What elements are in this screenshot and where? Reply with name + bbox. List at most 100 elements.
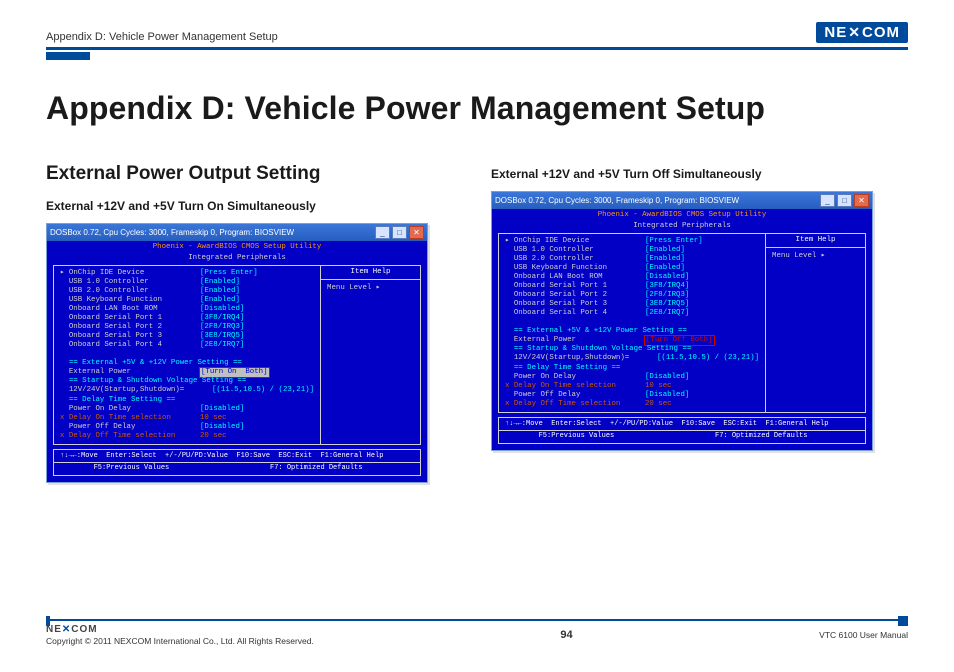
left-subheading: External +12V and +5V Turn On Simultaneo… (46, 199, 463, 213)
voltage-value[interactable]: [(11.5,10.5) / (23,21)] (657, 354, 759, 363)
bios-row-label: Onboard Serial Port 1 (60, 314, 200, 323)
bios-row-value[interactable]: [2F8/IRQ3] (200, 323, 244, 332)
bios-title-1: Phoenix - AwardBIOS CMOS Setup Utility (153, 243, 322, 251)
bios-row-label: Onboard LAN Boot ROM (60, 305, 200, 314)
bios-row-label: x Delay On Time selection (60, 414, 200, 423)
brand-logo: NE✕COM (816, 22, 908, 43)
left-column: External Power Output Setting External +… (46, 163, 463, 483)
voltage-value[interactable]: [(11.5,10.5) / (23,21)] (212, 386, 314, 395)
bios-section: == External +5V & +12V Power Setting == (505, 327, 687, 336)
bios-row-value[interactable]: [Disabled] (645, 273, 689, 282)
bios-section: == External +5V & +12V Power Setting == (60, 359, 242, 368)
doc-name: VTC 6100 User Manual (819, 630, 908, 640)
bios-row-value[interactable]: [3F8/IRQ4] (645, 282, 689, 291)
bios-row-value: 20 sec (200, 432, 227, 441)
bios-row-label: USB 1.0 Controller (60, 278, 200, 287)
item-help-heading: Item Help (766, 234, 865, 248)
help-line-1: ↑↓→←:Move Enter:Select +/-/PU/PD:Value F… (498, 417, 866, 432)
breadcrumb: Appendix D: Vehicle Power Management Set… (46, 31, 278, 43)
bios-row-value[interactable]: [Press Enter] (200, 269, 258, 278)
item-help-heading: Item Help (321, 266, 420, 280)
section-heading: External Power Output Setting (46, 163, 463, 185)
bios-row-label: x Delay Off Time selection (60, 432, 200, 441)
right-column: External +12V and +5V Turn Off Simultane… (491, 163, 908, 451)
bios-row-label: USB 2.0 Controller (505, 255, 645, 264)
bios-row-value[interactable]: [3E8/IRQ5] (645, 300, 689, 309)
bios-row-value: 20 sec (645, 400, 672, 409)
bios-row-value[interactable]: [3F8/IRQ4] (200, 314, 244, 323)
bios-row-label: Onboard Serial Port 2 (505, 291, 645, 300)
bios-window-off: DOSBox 0.72, Cpu Cycles: 3000, Frameskip… (491, 191, 873, 451)
bios-row-value[interactable]: [Disabled] (645, 391, 689, 400)
bios-window-on: DOSBox 0.72, Cpu Cycles: 3000, Frameskip… (46, 223, 428, 483)
external-power-label: External Power (60, 368, 200, 377)
maximize-icon[interactable]: □ (837, 194, 852, 207)
bios-row-label: Power Off Delay (60, 423, 200, 432)
external-power-value[interactable]: [Turn Off Both] (645, 336, 714, 345)
minimize-icon[interactable]: _ (375, 226, 390, 239)
external-power-label: External Power (505, 336, 645, 345)
bios-row-label: Onboard LAN Boot ROM (505, 273, 645, 282)
menu-level-line: Menu Level ▸ (327, 284, 414, 293)
bios-row-value[interactable]: [Disabled] (200, 423, 244, 432)
footer-logo: NE✕COM (46, 624, 314, 635)
bios-title-2: Integrated Peripherals (492, 220, 872, 231)
bios-row-label: Onboard Serial Port 1 (505, 282, 645, 291)
bios-row-value[interactable]: [Enabled] (200, 278, 240, 287)
maximize-icon[interactable]: □ (392, 226, 407, 239)
help-line-2: F5:Previous Values F7: Optimized Default… (53, 462, 421, 476)
bios-section: == Startup & Shutdown Voltage Setting == (505, 345, 691, 354)
bios-row-value[interactable]: [Enabled] (200, 287, 240, 296)
bios-row-value[interactable]: [3E8/IRQ5] (200, 332, 244, 341)
bios-row-label: Power On Delay (60, 405, 200, 414)
help-line-2: F5:Previous Values F7: Optimized Default… (498, 430, 866, 444)
minimize-icon[interactable]: _ (820, 194, 835, 207)
bios-row-value: 10 sec (200, 414, 227, 423)
help-line-1: ↑↓→←:Move Enter:Select +/-/PU/PD:Value F… (53, 449, 421, 464)
bios-row-label: USB Keyboard Function (60, 296, 200, 305)
bios-row-label: x Delay On Time selection (505, 382, 645, 391)
bios-row-value[interactable]: [2E8/IRQ7] (645, 309, 689, 318)
window-title-off: DOSBox 0.72, Cpu Cycles: 3000, Frameskip… (495, 196, 739, 205)
bios-title-1: Phoenix - AwardBIOS CMOS Setup Utility (598, 211, 767, 219)
bios-row-label: USB Keyboard Function (505, 264, 645, 273)
voltage-label: 12V/24V(Startup,Shutdown)= (505, 354, 657, 363)
bios-section: == Startup & Shutdown Voltage Setting == (60, 377, 246, 386)
bios-row-label: USB 2.0 Controller (60, 287, 200, 296)
bios-row-value[interactable]: [Enabled] (645, 255, 685, 264)
bios-row-label: Onboard Serial Port 4 (505, 309, 645, 318)
bios-row-value[interactable]: [Enabled] (645, 246, 685, 255)
bios-row-label: x Delay Off Time selection (505, 400, 645, 409)
bios-section: == Delay Time Setting == (505, 364, 620, 373)
bios-row-label: Onboard Serial Port 4 (60, 341, 200, 350)
page-title: Appendix D: Vehicle Power Management Set… (46, 90, 908, 127)
voltage-label: 12V/24V(Startup,Shutdown)= (60, 386, 212, 395)
bios-row-label: USB 1.0 Controller (505, 246, 645, 255)
bios-row-value[interactable]: [Disabled] (200, 305, 244, 314)
page-number: 94 (560, 629, 572, 641)
bios-row-value[interactable]: [Enabled] (200, 296, 240, 305)
bios-row-value[interactable]: [Disabled] (645, 373, 689, 382)
bios-row-label: Onboard Serial Port 2 (60, 323, 200, 332)
right-subheading: External +12V and +5V Turn Off Simultane… (491, 167, 908, 181)
logo-x-icon: ✕ (848, 24, 861, 41)
external-power-value[interactable]: [Turn On Both] (200, 368, 269, 377)
close-icon[interactable]: ✕ (854, 194, 869, 207)
window-title-on: DOSBox 0.72, Cpu Cycles: 3000, Frameskip… (50, 228, 294, 237)
bios-row-label: Power On Delay (505, 373, 645, 382)
bios-row-label: Power Off Delay (505, 391, 645, 400)
bios-row-label: ▸ OnChip IDE Device (505, 237, 645, 246)
menu-level-line: Menu Level ▸ (772, 252, 859, 261)
bios-row-label: Onboard Serial Port 3 (505, 300, 645, 309)
bios-row-value[interactable]: [Enabled] (645, 264, 685, 273)
bios-row-label: ▸ OnChip IDE Device (60, 269, 200, 278)
close-icon[interactable]: ✕ (409, 226, 424, 239)
bios-row-value: 10 sec (645, 382, 672, 391)
bios-row-value[interactable]: [Disabled] (200, 405, 244, 414)
bios-row-value[interactable]: [2F8/IRQ3] (645, 291, 689, 300)
bios-row-value[interactable]: [2E8/IRQ7] (200, 341, 244, 350)
bios-section: == Delay Time Setting == (60, 396, 175, 405)
header-rule (46, 47, 908, 50)
bios-row-value[interactable]: [Press Enter] (645, 237, 703, 246)
bios-title-2: Integrated Peripherals (47, 252, 427, 263)
